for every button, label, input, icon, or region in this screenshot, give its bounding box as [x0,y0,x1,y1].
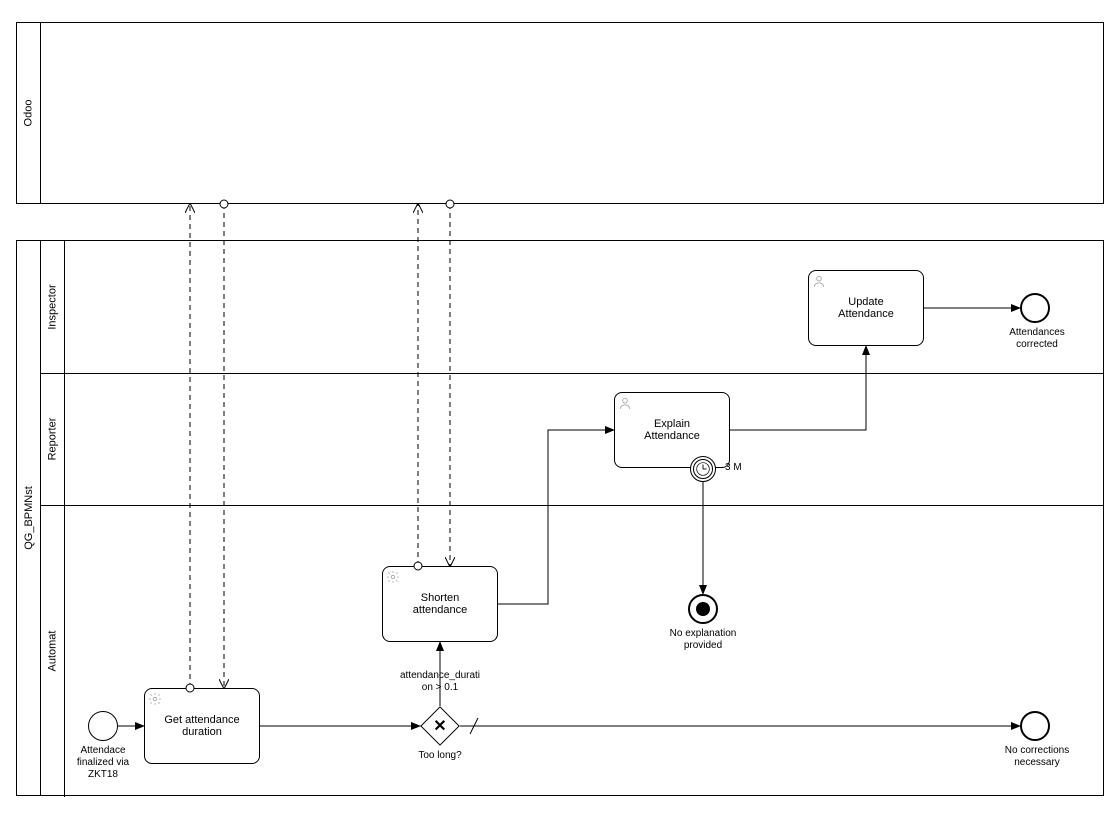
gateway-x-icon: ✕ [420,706,460,746]
task-shorten-attendance[interactable]: Shorten attendance [382,566,498,642]
pool-odoo-text: Odoo [23,100,35,127]
bpmn-canvas: Odoo QG_BPMNst Inspector Reporter Automa… [0,0,1120,813]
task-update-label: Update Attendance [838,296,894,320]
task-get-attendance-duration[interactable]: Get attendance duration [144,688,260,764]
edge-condition-duration-label: attendance_durati on > 0.1 [390,670,490,694]
boundary-timer-3m[interactable] [690,456,716,482]
end-event-attendances-corrected[interactable] [1020,293,1050,323]
boundary-timer-label: 3 M [725,462,755,474]
user-task-icon [812,274,826,288]
lane-reporter-label: Reporter [41,373,65,505]
task-explain-label: Explain Attendance [644,418,700,442]
gateway-too-long-label: Too long? [410,750,470,762]
lane-sep-1 [41,373,1103,374]
end-no-explanation-label: No explanation provided [658,628,748,652]
user-task-icon [618,396,632,410]
end-event-no-explanation[interactable] [688,594,718,624]
lane-reporter-text: Reporter [47,418,59,461]
end-event-no-corrections[interactable] [1020,711,1050,741]
lane-automat-text: Automat [47,631,59,672]
task-update-attendance[interactable]: Update Attendance [808,270,924,346]
end-no-corrections-label: No corrections necessary [992,745,1082,769]
end-corrected-label: Attendances corrected [992,327,1082,351]
pool-odoo: Odoo [16,22,1104,204]
pool-qg-text: QG_BPMNst [23,486,35,550]
task-get-duration-label: Get attendance duration [164,714,239,738]
task-explain-attendance[interactable]: Explain Attendance [614,392,730,468]
start-event-attendance-finalized[interactable] [88,711,118,741]
lane-inspector-label: Inspector [41,241,65,373]
start-event-label: Attendace finalized via ZKT18 [58,745,148,781]
service-task-icon [386,570,400,584]
pool-odoo-label: Odoo [17,23,41,203]
task-shorten-label: Shorten attendance [413,592,467,616]
lane-inspector-text: Inspector [47,284,59,329]
lane-sep-2 [41,505,1103,506]
service-task-icon [148,692,162,706]
pool-qg-label: QG_BPMNst [17,241,41,795]
gateway-too-long[interactable]: ✕ [420,706,460,746]
